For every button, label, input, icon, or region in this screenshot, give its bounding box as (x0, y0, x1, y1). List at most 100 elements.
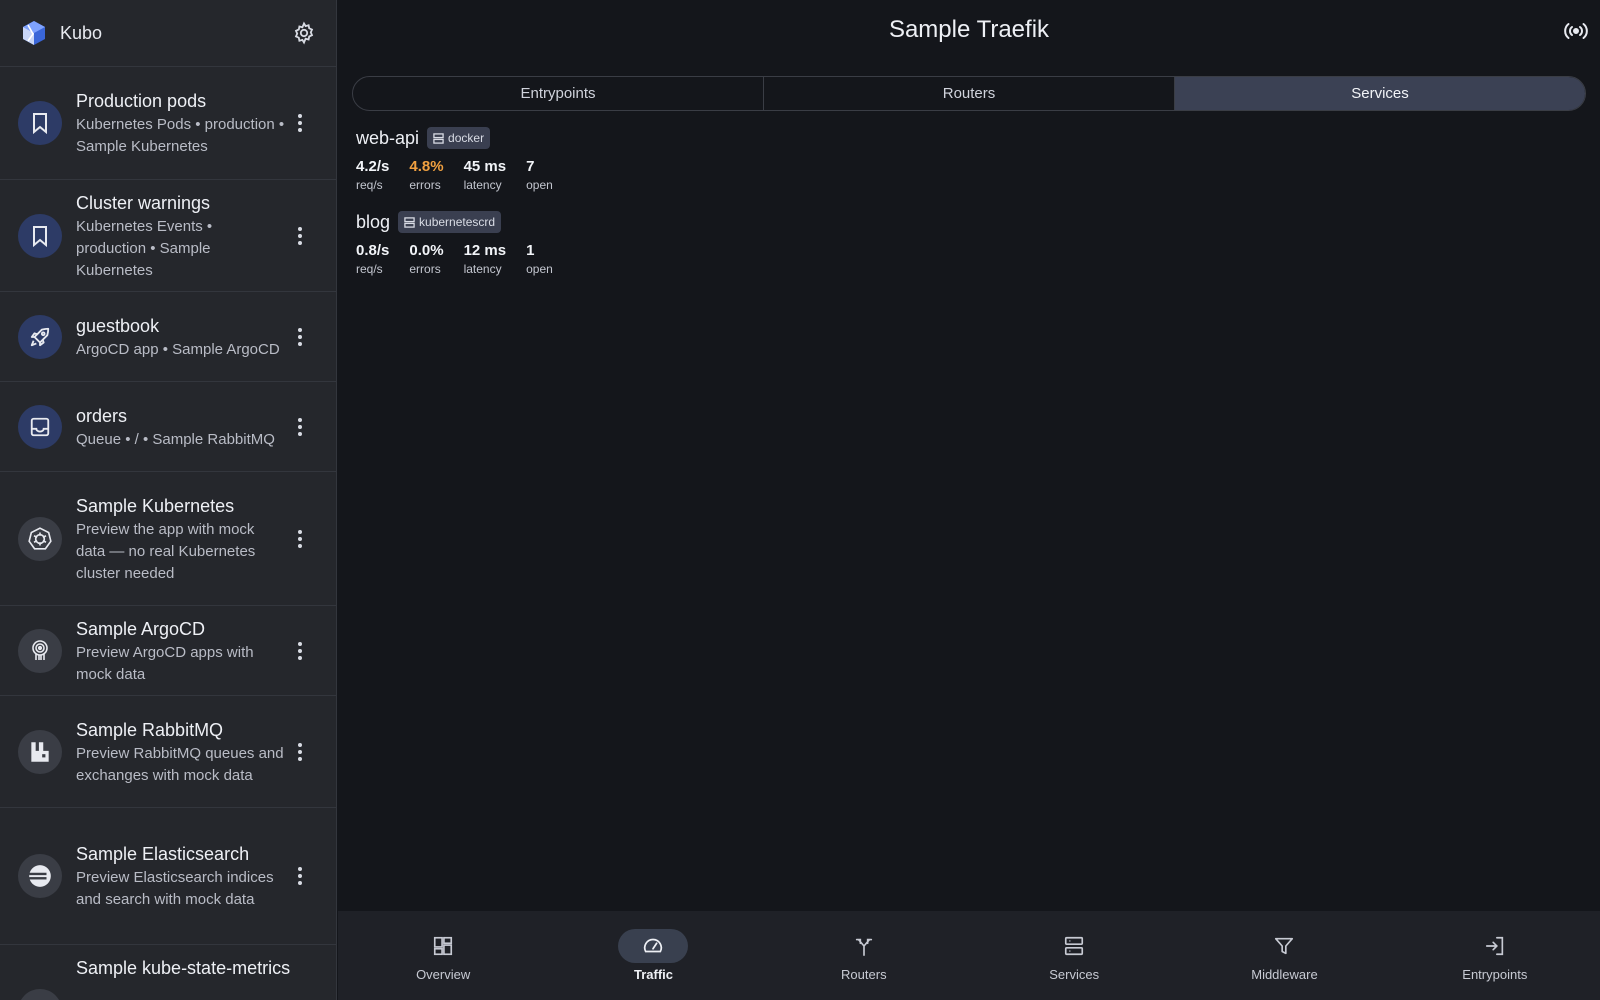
nav-label: Middleware (1251, 967, 1318, 982)
more-vert-icon[interactable] (286, 327, 314, 346)
sidebar-item-subtitle: Preview the app with mock data — no real… (76, 520, 256, 582)
metrics-icon (18, 989, 62, 1000)
kubernetes-icon (18, 516, 62, 561)
tab-services[interactable]: Services (1175, 77, 1585, 110)
sidebar-item-guestbook[interactable]: guestbook ArgoCD app • Sample ArgoCD (0, 292, 336, 382)
sidebar-item-subtitle: Queue • / • Sample RabbitMQ (76, 430, 275, 448)
nav-label: Traffic (633, 967, 673, 982)
more-vert-icon[interactable] (286, 226, 314, 245)
bookmark-icon (18, 101, 62, 145)
metric-label: req/s (356, 178, 383, 192)
metric-label: req/s (356, 262, 383, 276)
filter-icon (1249, 929, 1319, 963)
provider-badge: kubernetescrd (398, 211, 502, 233)
nav-label: Entrypoints (1462, 967, 1528, 982)
more-vert-icon[interactable] (286, 867, 314, 885)
sidebar-item-cluster-warnings[interactable]: Cluster warnings Kubernetes Events • pro… (0, 180, 336, 292)
metric-value: 1 (526, 242, 535, 259)
sidebar-item-subtitle: Preview RabbitMQ queues and exchanges wi… (76, 744, 284, 784)
nav-services[interactable]: Services (969, 911, 1179, 1000)
sidebar-item-sample-elasticsearch[interactable]: Sample Elasticsearch Preview Elasticsear… (0, 808, 336, 945)
sidebar-item-sample-rabbitmq[interactable]: Sample RabbitMQ Preview RabbitMQ queues … (0, 696, 336, 808)
services-list: web-api docker 4.2/s req/s 4.8% errors 45 … (356, 126, 573, 294)
elasticsearch-icon (18, 854, 62, 898)
metric-value: 7 (526, 158, 535, 175)
sidebar-item-title: Sample Kubernetes (76, 495, 235, 516)
nav-entrypoints[interactable]: Entrypoints (1390, 911, 1600, 1000)
inbox-icon (18, 404, 62, 449)
app-title: Kubo (60, 22, 103, 43)
nav-traffic[interactable]: Traffic (548, 911, 758, 1000)
more-vert-icon[interactable] (286, 417, 314, 436)
metric-label: errors (409, 178, 441, 192)
service-name: blog (356, 211, 391, 232)
service-card[interactable]: blog kubernetescrd 0.8/s req/s 0.0% errors… (356, 210, 573, 278)
argocd-icon (18, 628, 62, 673)
bottom-navigation: Overview Traffic Routers Services Middle… (338, 911, 1600, 1000)
sidebar-item-title: Sample ArgoCD (76, 618, 206, 639)
metric-value: 0.0% (409, 242, 444, 259)
settings-gear-icon[interactable] (290, 19, 318, 47)
sidebar-item-title: orders (76, 405, 128, 426)
sidebar-header: Kubo (0, 0, 336, 67)
more-vert-icon[interactable] (286, 742, 314, 761)
sidebar-item-title: Sample Elasticsearch (76, 844, 250, 864)
provider-badge: docker (427, 127, 491, 149)
metric-value: 0.8/s (356, 242, 390, 259)
metric-value: 45 ms (463, 158, 507, 175)
nav-label: Services (1049, 967, 1100, 982)
sidebar-item-subtitle: Preview Elasticsearch indices and search… (76, 869, 274, 908)
sidebar-item-sample-kubernetes[interactable]: Sample Kubernetes Preview the app with m… (0, 472, 336, 606)
metric-label: latency (463, 262, 502, 276)
sidebar-item-title: Cluster warnings (76, 192, 211, 213)
sidebar-item-subtitle: Preview ArgoCD apps with mock data (76, 643, 254, 683)
metric-label: errors (409, 262, 441, 276)
fork-icon (829, 929, 899, 963)
rabbitmq-icon (18, 729, 62, 774)
metric-value-error: 4.8% (409, 158, 444, 175)
sidebar: Kubo Production pods Kubernetes Pods • p… (0, 0, 337, 1000)
more-vert-icon[interactable] (286, 641, 314, 660)
server-icon (1039, 929, 1109, 963)
server-icon (404, 216, 415, 228)
provider-label: kubernetescrd (419, 215, 496, 229)
segmented-tabs: Entrypoints Routers Services (352, 76, 1586, 111)
speedometer-icon (618, 929, 689, 963)
sidebar-item-orders[interactable]: orders Queue • / • Sample RabbitMQ (0, 382, 336, 472)
service-name: web-api (356, 127, 420, 148)
nav-routers[interactable]: Routers (759, 911, 969, 1000)
sidebar-item-title: Production pods (76, 91, 207, 111)
nav-label: Routers (841, 967, 887, 982)
tab-entrypoints[interactable]: Entrypoints (353, 77, 764, 110)
bookmark-icon (18, 213, 62, 258)
main-panel: Sample Traefik Entrypoints Routers Servi… (338, 0, 1600, 1000)
dashboard-icon (408, 929, 478, 963)
nav-overview[interactable]: Overview (338, 911, 548, 1000)
login-icon (1460, 929, 1530, 963)
server-icon (433, 132, 444, 144)
saved-list: Production pods Kubernetes Pods • produc… (0, 67, 336, 1000)
kubo-logo-icon (20, 19, 48, 47)
provider-label: docker (448, 131, 485, 145)
sidebar-item-subtitle: Kubernetes Events • production • Sample … (76, 217, 213, 279)
sidebar-item-sample-kube-state-metrics[interactable]: Sample kube-state-metrics (0, 945, 336, 1000)
service-card[interactable]: web-api docker 4.2/s req/s 4.8% errors 45 … (356, 126, 573, 194)
sidebar-item-sample-argocd[interactable]: Sample ArgoCD Preview ArgoCD apps with m… (0, 606, 336, 696)
tab-routers[interactable]: Routers (764, 77, 1175, 110)
metric-value: 4.2/s (356, 158, 390, 175)
sidebar-item-title: Sample RabbitMQ (76, 719, 224, 740)
nav-middleware[interactable]: Middleware (1179, 911, 1389, 1000)
sidebar-item-production-pods[interactable]: Production pods Kubernetes Pods • produc… (0, 67, 336, 180)
rocket-icon (18, 314, 62, 359)
more-vert-icon[interactable] (286, 114, 314, 132)
metric-value: 12 ms (463, 242, 507, 259)
more-vert-icon[interactable] (286, 529, 314, 548)
sidebar-item-subtitle: ArgoCD app • Sample ArgoCD (76, 340, 280, 358)
sidebar-item-title: guestbook (76, 315, 160, 336)
metric-label: latency (463, 178, 502, 192)
metric-label: open (526, 262, 553, 276)
sidebar-item-title: Sample kube-state-metrics (76, 958, 291, 978)
nav-label: Overview (416, 967, 471, 982)
broadcast-icon[interactable] (1562, 18, 1590, 44)
page-title: Sample Traefik (888, 16, 1050, 43)
